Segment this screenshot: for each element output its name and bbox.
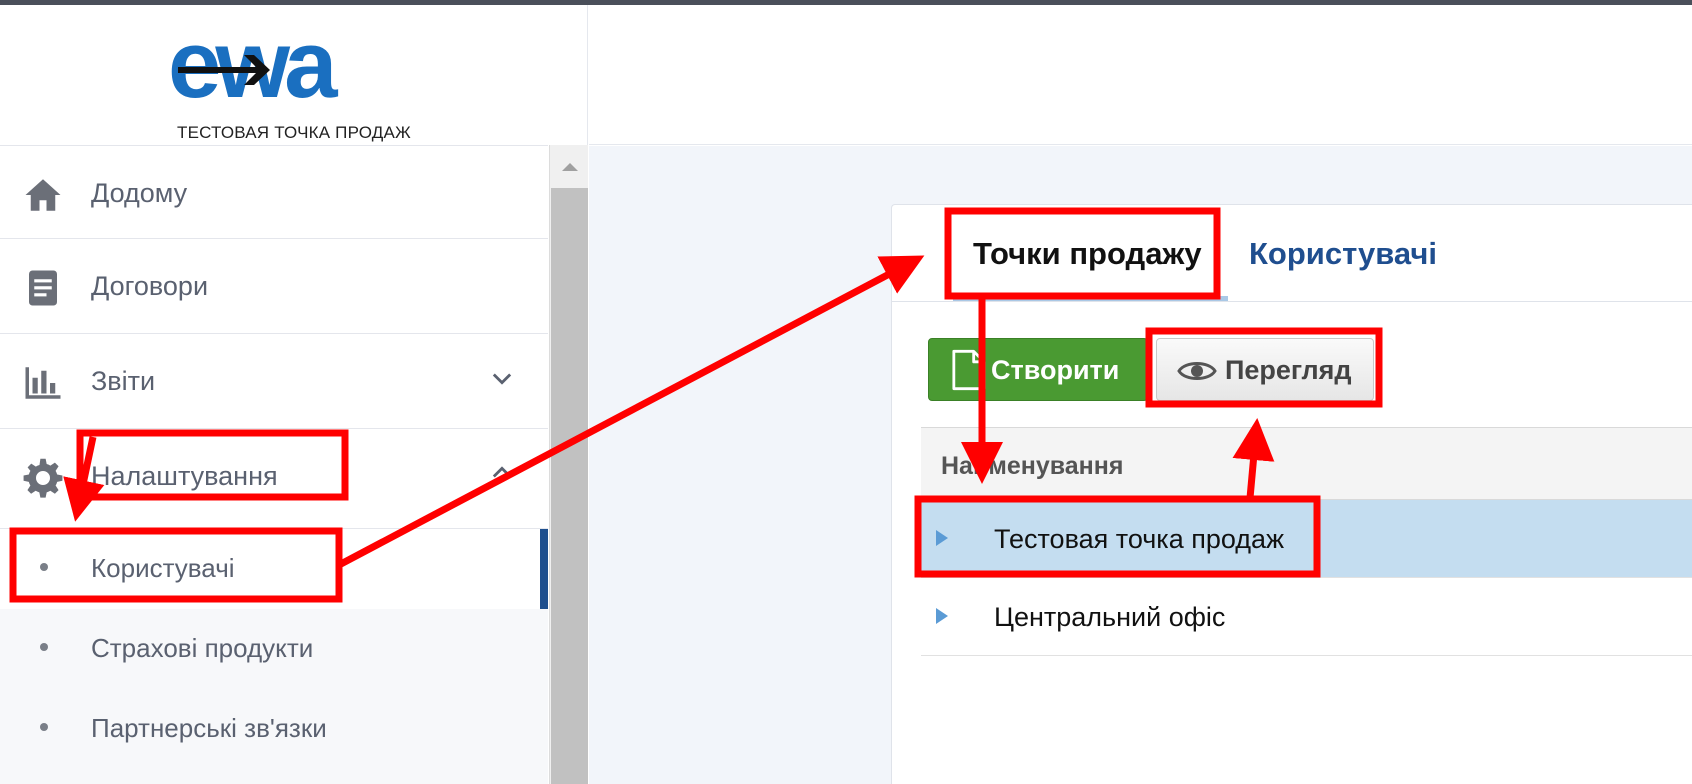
new-document-icon (952, 349, 986, 391)
tab-users[interactable]: Користувачі (1249, 236, 1437, 272)
grid-column-header[interactable]: Найменування (921, 427, 1692, 500)
sidebar-subitem-label: Користувачі (91, 553, 235, 583)
bullet-icon (40, 563, 48, 571)
column-header-name: Найменування (941, 452, 1124, 480)
tabs-divider (891, 301, 1692, 302)
sidebar-item-settings[interactable]: Налаштування (0, 428, 548, 523)
scrollbar-thumb[interactable] (551, 188, 588, 784)
row-name: Центральний офіс (994, 602, 1226, 632)
ewa-logo: ewa (168, 27, 344, 109)
sidebar-item-label: Звіти (91, 366, 156, 396)
sidebar-subitem-users[interactable]: Користувачі (0, 529, 548, 609)
logo-area: ewa ТЕСТОВАЯ ТОЧКА ПРОДАЖ (0, 5, 588, 145)
scroll-up-arrow-icon[interactable] (550, 145, 589, 187)
table-row[interactable]: Центральний офіс (921, 578, 1692, 656)
chevron-down-icon[interactable] (488, 364, 516, 392)
row-name: Тестовая точка продаж (994, 524, 1285, 554)
header-bar (589, 5, 1692, 145)
sidebar-subitem-partner-links[interactable]: Партнерські зв'язки (0, 689, 548, 769)
sidebar-subitem-label: Партнерські зв'язки (91, 713, 327, 743)
create-button-label: Створити (991, 355, 1120, 385)
sidebar-item-label: Налаштування (91, 461, 278, 491)
view-button[interactable]: Перегляд (1156, 338, 1374, 401)
expand-arrow-icon[interactable] (935, 529, 949, 547)
sales-point-subtitle: ТЕСТОВАЯ ТОЧКА ПРОДАЖ (177, 123, 411, 142)
view-button-label: Перегляд (1225, 355, 1352, 385)
sidebar-item-contracts[interactable]: Договори (0, 238, 548, 333)
sidebar-item-reports[interactable]: Звіти (0, 333, 548, 428)
expand-arrow-icon[interactable] (935, 607, 949, 625)
sidebar-item-label: Додому (91, 178, 188, 208)
bullet-icon (40, 643, 48, 651)
create-button[interactable]: Створити (928, 338, 1148, 401)
settings-submenu: Користувачі Страхові продукти Партнерськ… (0, 528, 548, 784)
home-icon (25, 179, 61, 211)
document-icon (29, 270, 57, 306)
chevron-up-icon[interactable] (488, 459, 516, 487)
bullet-icon (40, 723, 48, 731)
bar-chart-icon (25, 367, 61, 399)
eye-icon (1177, 362, 1217, 380)
sidebar: Додому Договори Звіти Налаштування Корис… (0, 145, 548, 784)
sidebar-subitem-insurance-products[interactable]: Страхові продукти (0, 609, 548, 689)
sidebar-item-home[interactable]: Додому (0, 145, 548, 240)
sidebar-subitem-label: Страхові продукти (91, 633, 314, 663)
sidebar-scrollbar[interactable] (549, 145, 588, 784)
gear-icon (23, 458, 63, 498)
table-row[interactable]: Тестовая точка продаж (921, 500, 1692, 578)
sidebar-item-label: Договори (91, 271, 209, 301)
tab-sales-points[interactable]: Точки продажу (973, 236, 1202, 272)
active-indicator (540, 529, 548, 609)
